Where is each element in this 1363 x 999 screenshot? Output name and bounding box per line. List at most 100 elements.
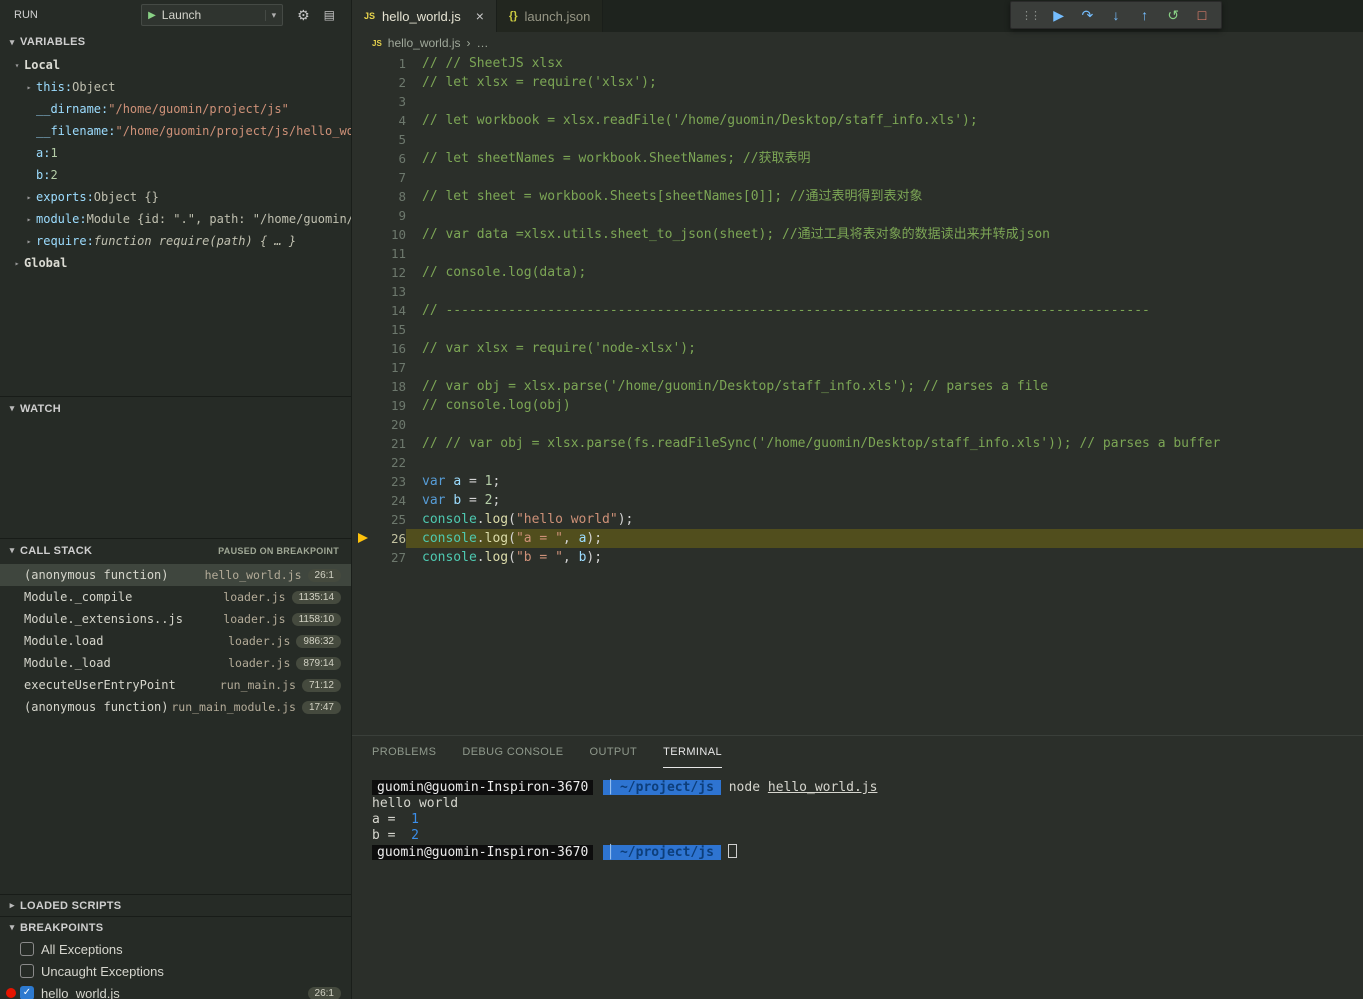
gutter-glyph-margin[interactable] xyxy=(352,491,374,510)
gutter-glyph-margin[interactable] xyxy=(352,529,374,548)
start-debugging-icon[interactable]: ▶ xyxy=(148,10,156,21)
chevron-right-icon[interactable]: ▸ xyxy=(22,83,36,92)
code-editor[interactable]: 1// // SheetJS xlsx2// let xlsx = requir… xyxy=(352,54,1363,735)
code-line[interactable]: 15 xyxy=(352,320,1363,339)
gutter-glyph-margin[interactable] xyxy=(352,244,374,263)
stop-icon[interactable]: □ xyxy=(1191,7,1213,23)
callstack-frame[interactable]: executeUserEntryPointrun_main.js71:12 xyxy=(0,674,351,696)
watch-section-header[interactable]: ▾ WATCH xyxy=(0,396,351,420)
callstack-frame[interactable]: (anonymous function)hello_world.js26:1 xyxy=(0,564,351,586)
line-number[interactable]: 2 xyxy=(374,73,406,92)
breakpoint-item[interactable]: Uncaught Exceptions xyxy=(0,960,351,982)
code-line[interactable]: 4// let workbook = xlsx.readFile('/home/… xyxy=(352,111,1363,130)
gutter-glyph-margin[interactable] xyxy=(352,73,374,92)
gutter-glyph-margin[interactable] xyxy=(352,377,374,396)
gutter-glyph-margin[interactable] xyxy=(352,434,374,453)
line-number[interactable]: 14 xyxy=(374,301,406,320)
gear-icon[interactable]: ⚙ xyxy=(297,7,310,24)
code-line[interactable]: 7 xyxy=(352,168,1363,187)
line-number[interactable]: 19 xyxy=(374,396,406,415)
line-number[interactable]: 10 xyxy=(374,225,406,244)
code-line[interactable]: 14// -----------------------------------… xyxy=(352,301,1363,320)
panel-tab-debug-console[interactable]: DEBUG CONSOLE xyxy=(462,736,563,768)
gutter-glyph-margin[interactable] xyxy=(352,415,374,434)
line-number[interactable]: 22 xyxy=(374,453,406,472)
line-number[interactable]: 24 xyxy=(374,491,406,510)
code-line[interactable]: 17 xyxy=(352,358,1363,377)
gutter-glyph-margin[interactable] xyxy=(352,92,374,111)
gutter-glyph-margin[interactable] xyxy=(352,206,374,225)
line-number[interactable]: 20 xyxy=(374,415,406,434)
launch-config-dropdown[interactable]: ▶ Launch ▾ xyxy=(141,4,283,26)
callstack-frame[interactable]: (anonymous function)run_main_module.js17… xyxy=(0,696,351,718)
variable-row[interactable]: ▸this: Object xyxy=(0,76,351,98)
code-line[interactable]: 20 xyxy=(352,415,1363,434)
breadcrumb[interactable]: JS hello_world.js › … xyxy=(352,32,1363,54)
line-number[interactable]: 13 xyxy=(374,282,406,301)
gutter-glyph-margin[interactable] xyxy=(352,225,374,244)
code-line[interactable]: 16// var xlsx = require('node-xlsx'); xyxy=(352,339,1363,358)
gutter-glyph-margin[interactable] xyxy=(352,510,374,529)
gutter-glyph-margin[interactable] xyxy=(352,453,374,472)
code-line[interactable]: 2// let xlsx = require('xlsx'); xyxy=(352,73,1363,92)
gutter-glyph-margin[interactable] xyxy=(352,339,374,358)
line-number[interactable]: 18 xyxy=(374,377,406,396)
panel-tab-output[interactable]: OUTPUT xyxy=(590,736,638,768)
step-out-icon[interactable]: ↑ xyxy=(1134,7,1156,23)
code-line[interactable]: 13 xyxy=(352,282,1363,301)
callstack-frame[interactable]: Module.loadloader.js986:32 xyxy=(0,630,351,652)
chevron-right-icon[interactable]: ▸ xyxy=(22,237,36,246)
close-icon[interactable]: × xyxy=(476,8,484,24)
gutter-glyph-margin[interactable] xyxy=(352,396,374,415)
line-number[interactable]: 21 xyxy=(374,434,406,453)
line-number[interactable]: 27 xyxy=(374,548,406,567)
code-line[interactable]: 27console.log("b = ", b); xyxy=(352,548,1363,567)
continue-icon[interactable]: ▶ xyxy=(1048,7,1070,24)
gutter-glyph-margin[interactable] xyxy=(352,149,374,168)
code-line[interactable]: 18// var obj = xlsx.parse('/home/guomin/… xyxy=(352,377,1363,396)
chevron-right-icon[interactable]: ▸ xyxy=(22,193,36,202)
gutter-glyph-margin[interactable] xyxy=(352,282,374,301)
variable-row[interactable]: ▸module: Module {id: ".", path: "/home/g… xyxy=(0,208,351,230)
variables-scope[interactable]: ▸Global xyxy=(0,252,351,274)
code-line[interactable]: 6// let sheetNames = workbook.SheetNames… xyxy=(352,149,1363,168)
breakpoint-item[interactable]: All Exceptions xyxy=(0,938,351,960)
line-number[interactable]: 3 xyxy=(374,92,406,111)
line-number[interactable]: 12 xyxy=(374,263,406,282)
code-line[interactable]: 5 xyxy=(352,130,1363,149)
code-line[interactable]: 12// console.log(data); xyxy=(352,263,1363,282)
chevron-down-icon[interactable]: ▾ xyxy=(10,61,24,70)
code-line[interactable]: 9 xyxy=(352,206,1363,225)
line-number[interactable]: 23 xyxy=(374,472,406,491)
gutter-glyph-margin[interactable] xyxy=(352,187,374,206)
line-number[interactable]: 17 xyxy=(374,358,406,377)
callstack-frame[interactable]: Module._loadloader.js879:14 xyxy=(0,652,351,674)
gutter-glyph-margin[interactable] xyxy=(352,54,374,73)
variables-scope[interactable]: ▾Local xyxy=(0,54,351,76)
gutter-glyph-margin[interactable] xyxy=(352,301,374,320)
line-number[interactable]: 25 xyxy=(374,510,406,529)
gutter-glyph-margin[interactable] xyxy=(352,472,374,491)
gutter-glyph-margin[interactable] xyxy=(352,263,374,282)
line-number[interactable]: 6 xyxy=(374,149,406,168)
gutter-glyph-margin[interactable] xyxy=(352,320,374,339)
line-number[interactable]: 9 xyxy=(374,206,406,225)
gutter-glyph-margin[interactable] xyxy=(352,168,374,187)
line-number[interactable]: 5 xyxy=(374,130,406,149)
variables-section-header[interactable]: ▾ VARIABLES xyxy=(0,30,351,54)
terminal[interactable]: guomin@guomin-Inspiron-3670 ~/project/js… xyxy=(352,768,1363,860)
breakpoint-checkbox[interactable] xyxy=(20,964,34,978)
line-number[interactable]: 15 xyxy=(374,320,406,339)
code-line[interactable]: 11 xyxy=(352,244,1363,263)
callstack-section-header[interactable]: ▾ CALL STACK PAUSED ON BREAKPOINT xyxy=(0,538,351,562)
editor-tab[interactable]: JShello_world.js× xyxy=(352,0,497,32)
line-number[interactable]: 7 xyxy=(374,168,406,187)
code-line[interactable]: 3 xyxy=(352,92,1363,111)
panel-tab-terminal[interactable]: TERMINAL xyxy=(663,736,722,768)
code-line[interactable]: 25console.log("hello world"); xyxy=(352,510,1363,529)
breakpoints-section-header[interactable]: ▾ BREAKPOINTS xyxy=(0,916,351,938)
code-line[interactable]: 26console.log("a = ", a); xyxy=(352,529,1363,548)
line-number[interactable]: 4 xyxy=(374,111,406,130)
code-line[interactable]: 19// console.log(obj) xyxy=(352,396,1363,415)
breakpoint-item[interactable]: ✓hello_world.js26:1 xyxy=(0,982,351,999)
